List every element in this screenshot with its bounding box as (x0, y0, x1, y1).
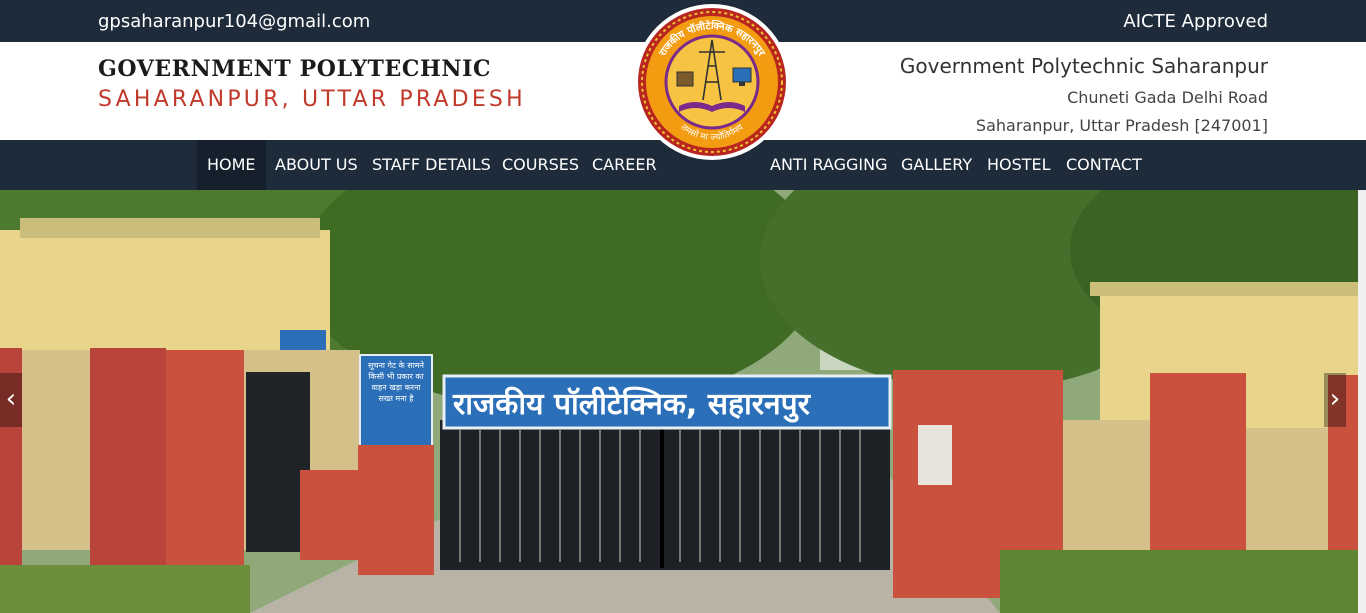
hero-slider: राजकीय पॉलीटेक्निक, सहारनपुर सूचना गेट क… (0, 190, 1358, 613)
chevron-left-icon: ‹ (5, 384, 17, 414)
nav-home[interactable]: HOME (197, 140, 266, 190)
nav-about-us[interactable]: ABOUT US (265, 140, 368, 190)
nav-courses[interactable]: COURSES (492, 140, 589, 190)
page-scrollbar[interactable] (1358, 190, 1366, 613)
chevron-right-icon: › (1329, 384, 1341, 414)
slider-prev-button[interactable]: ‹ (0, 373, 22, 427)
gate-sign-text: राजकीय पॉलीटेक्निक, सहारनपुर (453, 387, 810, 422)
nav-contact[interactable]: CONTACT (1056, 140, 1152, 190)
nav-staff-details[interactable]: STAFF DETAILS (362, 140, 501, 190)
aicte-badge: AICTE Approved (1123, 11, 1268, 32)
address-street: Chuneti Gada Delhi Road (1067, 88, 1268, 107)
contact-email[interactable]: gpsaharanpur104@gmail.com (98, 11, 370, 32)
notice-board-text: सूचना गेट के सामने किसी भी प्रकार का वाह… (367, 361, 424, 403)
brand-subtitle: SAHARANPUR, UTTAR PRADESH (98, 87, 526, 112)
address-name: Government Polytechnic Saharanpur (899, 54, 1268, 78)
nav-gallery[interactable]: GALLERY (891, 140, 982, 190)
college-logo[interactable]: राजकीय पॉलीटेक्निक सहारनपुर तमसो मा ज्यो… (633, 2, 791, 162)
brand-title[interactable]: GOVERNMENT POLYTECHNIC (98, 56, 491, 82)
nav-hostel[interactable]: HOSTEL (977, 140, 1061, 190)
slider-next-button[interactable]: › (1324, 373, 1346, 427)
address-city: Saharanpur, Uttar Pradesh [247001] (975, 116, 1268, 135)
